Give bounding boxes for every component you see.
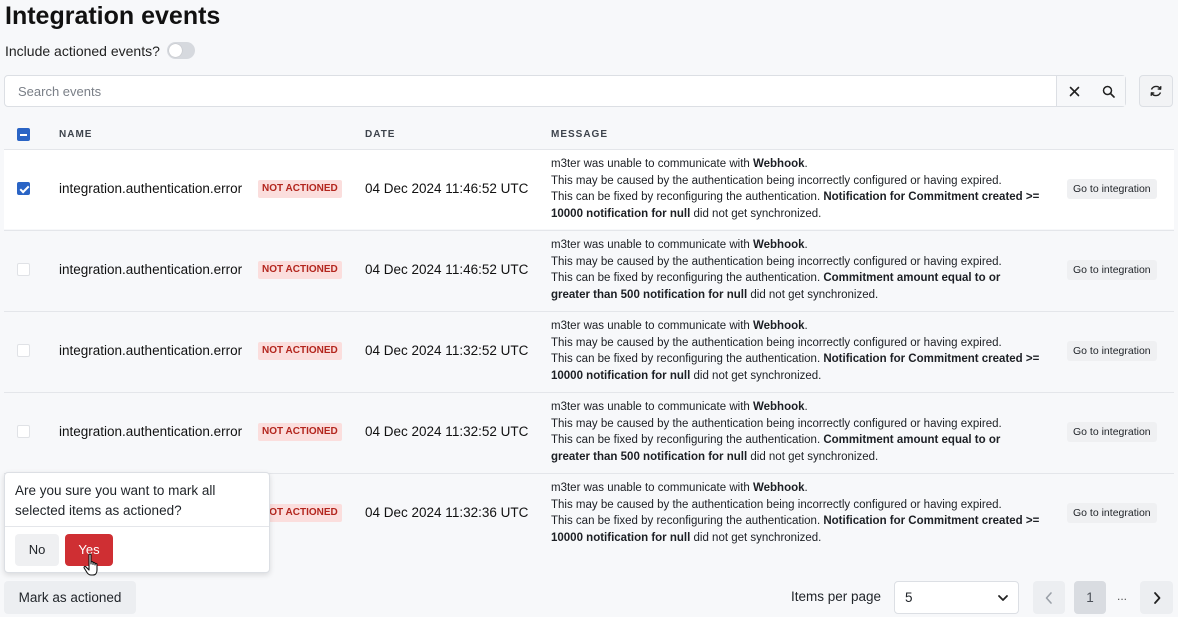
event-name: integration.authentication.error: [59, 343, 243, 358]
message-dot: .: [804, 401, 808, 413]
items-per-page-select[interactable]: 5: [894, 581, 1019, 614]
message-fix: This can be fixed by reconfiguring the a…: [551, 515, 824, 527]
go-to-integration-button[interactable]: Go to integration: [1067, 341, 1157, 361]
message-cause: This may be caused by the authentication…: [551, 174, 1002, 187]
include-actioned-toggle[interactable]: [166, 42, 195, 59]
event-message: m3ter was unable to communicate with Web…: [551, 399, 1041, 465]
close-icon: [1069, 86, 1079, 96]
next-page-button[interactable]: [1140, 581, 1173, 614]
status-badge: NOT ACTIONED: [258, 504, 342, 522]
event-name: integration.authentication.error: [59, 424, 243, 439]
search-icon: [1102, 85, 1115, 98]
refresh-icon: [1150, 85, 1162, 97]
row-checkbox[interactable]: [17, 263, 30, 276]
message-cause: This may be caused by the authentication…: [551, 417, 1002, 430]
event-message: m3ter was unable to communicate with Web…: [551, 318, 1041, 384]
message-cause: This may be caused by the authentication…: [551, 498, 1002, 511]
search-button[interactable]: [1091, 76, 1125, 106]
event-message: m3ter was unable to communicate with Web…: [551, 237, 1041, 303]
message-tail: did not get synchronized.: [690, 207, 822, 220]
event-message: m3ter was unable to communicate with Web…: [551, 480, 1041, 546]
message-fix: This can be fixed by reconfiguring the a…: [551, 191, 824, 203]
status-badge: NOT ACTIONED: [258, 342, 342, 360]
toggle-knob: [168, 44, 182, 57]
column-header-name: NAME: [59, 129, 93, 140]
table-row[interactable]: integration.authentication.error NOT ACTI…: [4, 230, 1174, 310]
table-row[interactable]: integration.authentication.error NOT ACTI…: [4, 311, 1174, 391]
table-row[interactable]: integration.authentication.error NOT ACTI…: [4, 392, 1174, 472]
message-tail: did not get synchronized.: [747, 450, 879, 463]
message-intro: m3ter was unable to communicate with: [551, 158, 753, 170]
row-checkbox[interactable]: [17, 182, 30, 195]
search-input[interactable]: [5, 76, 1056, 106]
popover-divider: [5, 526, 269, 527]
previous-page-button[interactable]: [1033, 581, 1065, 614]
message-fix: This can be fixed by reconfiguring the a…: [551, 272, 824, 284]
message-target: Webhook: [752, 239, 805, 251]
event-name: integration.authentication.error: [59, 262, 243, 277]
chevron-right-icon: [1153, 591, 1160, 604]
column-header-message: MESSAGE: [551, 129, 609, 140]
items-per-page-value: 5: [905, 590, 913, 605]
row-checkbox[interactable]: [17, 425, 30, 438]
event-date: 04 Dec 2024 11:32:36 UTC: [365, 505, 529, 520]
go-to-integration-button[interactable]: Go to integration: [1067, 422, 1157, 442]
event-date: 04 Dec 2024 11:32:52 UTC: [365, 343, 529, 358]
search-bar: [4, 75, 1126, 107]
message-dot: .: [804, 320, 808, 332]
message-tail: did not get synchronized.: [747, 288, 879, 301]
table-row[interactable]: integration.authentication.error NOT ACTI…: [4, 149, 1174, 229]
message-intro: m3ter was unable to communicate with: [551, 401, 753, 413]
go-to-integration-button[interactable]: Go to integration: [1067, 179, 1157, 199]
pagination-ellipsis: ...: [1117, 589, 1128, 603]
message-cause: This may be caused by the authentication…: [551, 255, 1002, 268]
mark-as-actioned-button[interactable]: Mark as actioned: [4, 581, 136, 614]
status-badge: NOT ACTIONED: [258, 423, 342, 441]
message-target: Webhook: [752, 482, 805, 494]
hand-pointer-icon: [83, 553, 98, 576]
message-cause: This may be caused by the authentication…: [551, 336, 1002, 349]
message-fix: This can be fixed by reconfiguring the a…: [551, 434, 824, 446]
status-badge: NOT ACTIONED: [258, 261, 342, 279]
message-dot: .: [804, 482, 808, 494]
confirm-popover: Are you sure you want to mark all select…: [4, 472, 270, 573]
message-dot: .: [804, 239, 808, 251]
refresh-button[interactable]: [1139, 75, 1173, 107]
page-title: Integration events: [5, 2, 221, 30]
column-header-date: DATE: [365, 129, 396, 140]
select-all-checkbox[interactable]: [17, 128, 30, 141]
items-per-page-label: Items per page: [791, 589, 882, 604]
event-message: m3ter was unable to communicate with Web…: [551, 156, 1041, 222]
message-target: Webhook: [752, 320, 805, 332]
include-actioned-label: Include actioned events?: [5, 42, 160, 59]
clear-search-button[interactable]: [1056, 76, 1091, 106]
confirm-text: Are you sure you want to mark all select…: [15, 483, 216, 518]
message-intro: m3ter was unable to communicate with: [551, 320, 753, 332]
message-tail: did not get synchronized.: [690, 531, 822, 544]
confirm-no-button[interactable]: No: [15, 534, 59, 566]
status-badge: NOT ACTIONED: [258, 180, 342, 198]
message-dot: .: [804, 158, 808, 170]
table-header: NAME DATE MESSAGE: [4, 122, 1174, 148]
event-date: 04 Dec 2024 11:46:52 UTC: [365, 181, 529, 196]
event-name: integration.authentication.error: [59, 181, 243, 196]
message-tail: did not get synchronized.: [690, 369, 822, 382]
message-fix: This can be fixed by reconfiguring the a…: [551, 353, 824, 365]
event-date: 04 Dec 2024 11:46:52 UTC: [365, 262, 529, 277]
message-target: Webhook: [752, 401, 805, 413]
message-intro: m3ter was unable to communicate with: [551, 239, 753, 251]
event-date: 04 Dec 2024 11:32:52 UTC: [365, 424, 529, 439]
row-checkbox[interactable]: [17, 344, 30, 357]
chevron-left-icon: [1045, 591, 1052, 604]
go-to-integration-button[interactable]: Go to integration: [1067, 503, 1157, 523]
include-actioned-row: Include actioned events?: [5, 42, 195, 59]
message-target: Webhook: [752, 158, 805, 170]
page-1-button[interactable]: 1: [1074, 581, 1106, 614]
message-intro: m3ter was unable to communicate with: [551, 482, 753, 494]
go-to-integration-button[interactable]: Go to integration: [1067, 260, 1157, 280]
chevron-down-icon: [998, 595, 1008, 601]
